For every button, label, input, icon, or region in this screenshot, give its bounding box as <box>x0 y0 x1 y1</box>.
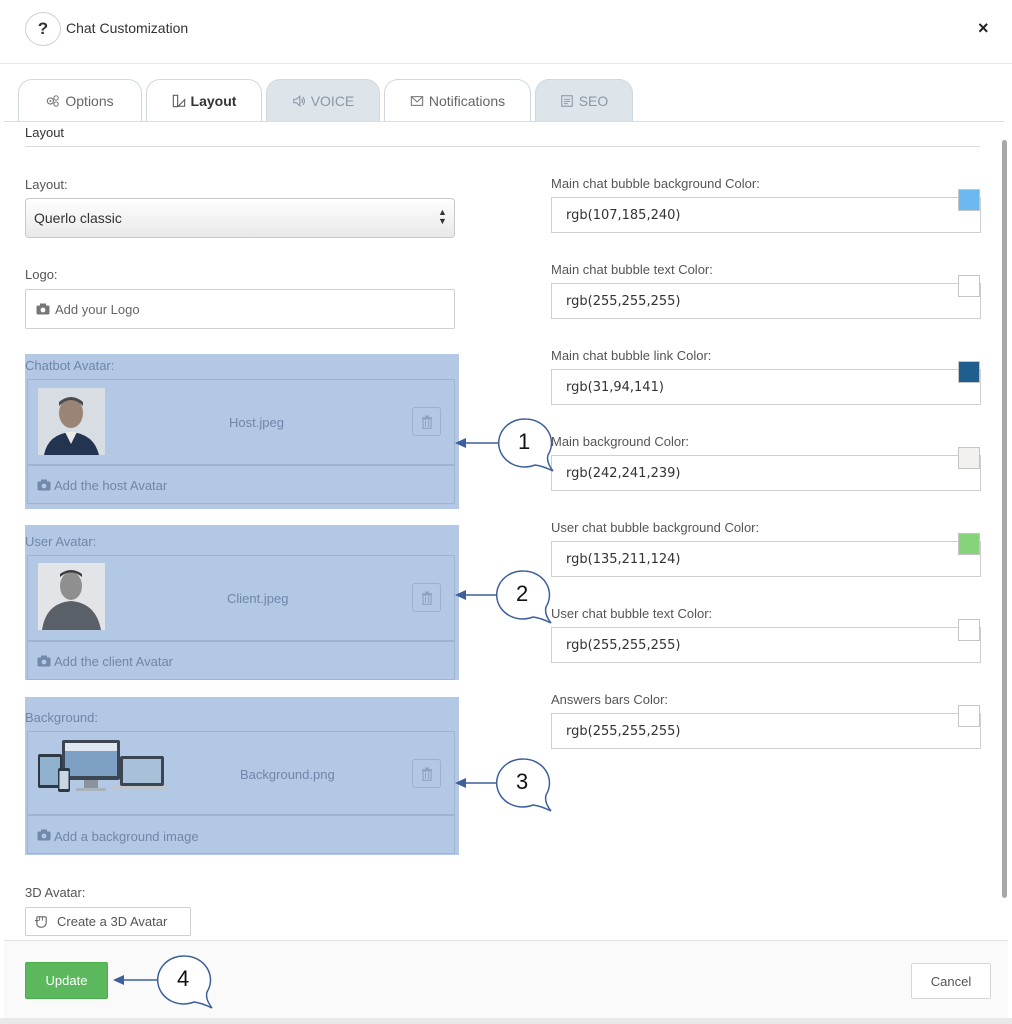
callout-arrow-4 <box>113 975 160 985</box>
callout-number-4: 4 <box>177 966 190 991</box>
callout-layer-4 <box>113 955 213 1009</box>
